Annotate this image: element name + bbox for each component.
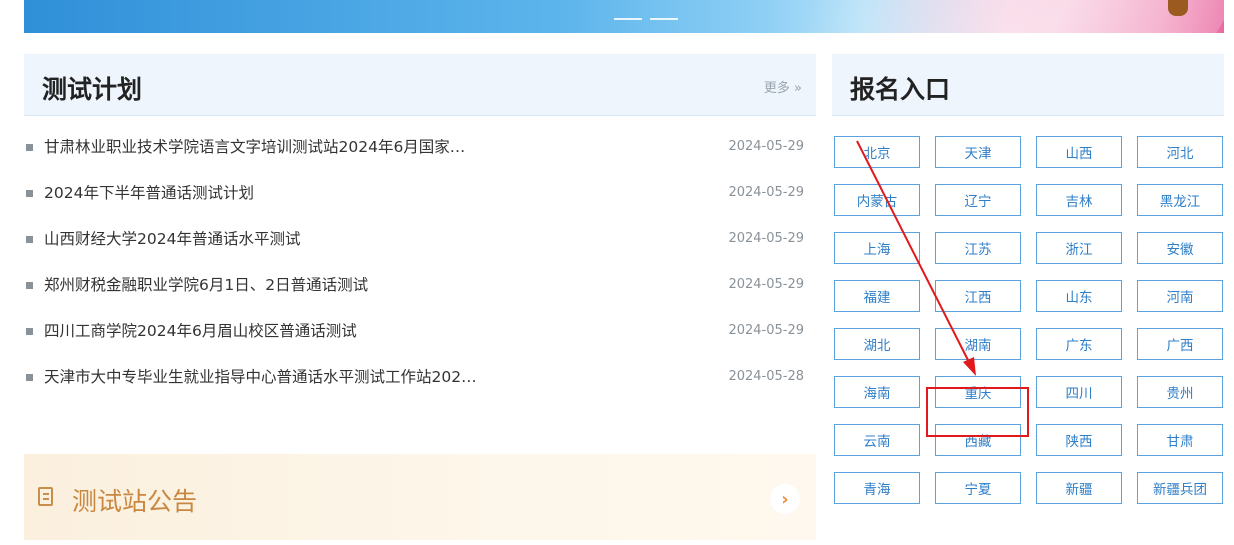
list-item-title[interactable]: 2024年下半年普通话测试计划 [44,182,254,204]
list-item-title[interactable]: 四川工商学院2024年6月眉山校区普通话测试 [44,320,357,342]
province-button-neimenggu[interactable]: 内蒙古 [834,184,920,216]
province-button-hunan[interactable]: 湖南 [935,328,1021,360]
banner-dot[interactable] [614,18,642,20]
list-item[interactable]: 甘肃林业职业技术学院语言文字培训测试站2024年6月国家… 2024-05-29 [24,136,816,182]
province-button-henan[interactable]: 河南 [1137,280,1223,312]
province-button-yunnan[interactable]: 云南 [834,424,920,456]
province-button-ningxia[interactable]: 宁夏 [935,472,1021,504]
bullet-icon [26,282,33,289]
province-button-liaoning[interactable]: 辽宁 [935,184,1021,216]
province-button-hubei[interactable]: 湖北 [834,328,920,360]
registration-header: 报名入口 [832,54,1224,116]
banner-swoosh [792,0,1224,33]
list-item-date: 2024-05-29 [728,185,804,200]
list-item-date: 2024-05-29 [728,139,804,154]
province-button-gansu[interactable]: 甘肃 [1137,424,1223,456]
list-item-title[interactable]: 甘肃林业职业技术学院语言文字培训测试站2024年6月国家… [44,136,465,158]
test-plan-title: 测试计划 [42,75,143,104]
list-item[interactable]: 天津市大中专毕业生就业指导中心普通话水平测试工作站202… 2024-05-28 [24,366,816,412]
province-button-guangdong[interactable]: 广东 [1036,328,1122,360]
province-button-xinjiang-bingtuan[interactable]: 新疆兵团 [1137,472,1223,504]
province-button-xinjiang[interactable]: 新疆 [1036,472,1122,504]
province-button-sichuan[interactable]: 四川 [1036,376,1122,408]
list-item-date: 2024-05-28 [728,369,804,384]
banner-pager[interactable] [614,18,678,20]
province-button-tianjin[interactable]: 天津 [935,136,1021,168]
station-notice-bar[interactable]: 测试站公告 › [24,454,816,540]
station-notice-title[interactable]: 测试站公告 [72,482,197,518]
province-button-shanghai[interactable]: 上海 [834,232,920,264]
list-item-title[interactable]: 郑州财税金融职业学院6月1日、2日普通话测试 [44,274,368,296]
province-button-guizhou[interactable]: 贵州 [1137,376,1223,408]
province-grid: 北京 天津 山西 河北 内蒙古 辽宁 吉林 黑龙江 上海 江苏 浙江 安徽 福建… [834,136,1224,504]
list-item-date: 2024-05-29 [728,323,804,338]
bullet-icon [26,144,33,151]
bullet-icon [26,236,33,243]
top-banner [24,0,1224,33]
province-button-beijing[interactable]: 北京 [834,136,920,168]
province-button-fujian[interactable]: 福建 [834,280,920,312]
list-item[interactable]: 郑州财税金融职业学院6月1日、2日普通话测试 2024-05-29 [24,274,816,320]
list-item-date: 2024-05-29 [728,277,804,292]
list-item[interactable]: 四川工商学院2024年6月眉山校区普通话测试 2024-05-29 [24,320,816,366]
province-button-anhui[interactable]: 安徽 [1137,232,1223,264]
province-button-shaanxi[interactable]: 陕西 [1036,424,1122,456]
bullet-icon [26,328,33,335]
province-button-guangxi[interactable]: 广西 [1137,328,1223,360]
province-button-shandong[interactable]: 山东 [1036,280,1122,312]
registration-title: 报名入口 [850,75,951,104]
bullet-icon [26,190,33,197]
banner-dot[interactable] [650,18,678,20]
province-button-jiangxi[interactable]: 江西 [935,280,1021,312]
bullet-icon [26,374,33,381]
province-button-qinghai[interactable]: 青海 [834,472,920,504]
list-item[interactable]: 2024年下半年普通话测试计划 2024-05-29 [24,182,816,228]
list-item-title[interactable]: 天津市大中专毕业生就业指导中心普通话水平测试工作站202… [44,366,477,388]
chevron-right-icon[interactable]: › [770,484,800,514]
list-item-date: 2024-05-29 [728,231,804,246]
highlight-box [926,387,1029,437]
province-button-jiangsu[interactable]: 江苏 [935,232,1021,264]
list-item[interactable]: 山西财经大学2024年普通话水平测试 2024-05-29 [24,228,816,274]
province-button-hainan[interactable]: 海南 [834,376,920,408]
province-button-shanxi[interactable]: 山西 [1036,136,1122,168]
banner-figure [1168,0,1188,16]
province-button-jilin[interactable]: 吉林 [1036,184,1122,216]
province-button-zhejiang[interactable]: 浙江 [1036,232,1122,264]
province-button-heilongjiang[interactable]: 黑龙江 [1137,184,1223,216]
province-button-hebei[interactable]: 河北 [1137,136,1223,168]
list-item-title[interactable]: 山西财经大学2024年普通话水平测试 [44,228,300,250]
test-plan-header: 测试计划 更多 » [24,54,816,116]
document-icon [38,487,53,506]
more-link[interactable]: 更多 » [764,77,802,96]
test-plan-list: 甘肃林业职业技术学院语言文字培训测试站2024年6月国家… 2024-05-29… [24,136,816,412]
